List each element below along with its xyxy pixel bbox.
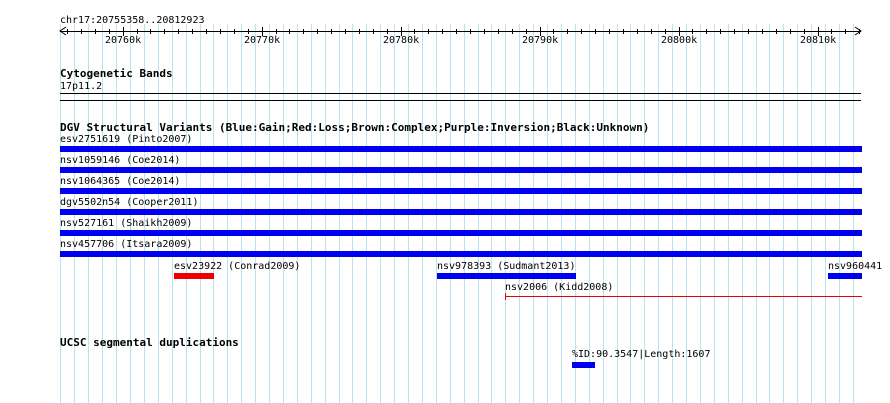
ruler-minor-tick xyxy=(526,29,527,34)
ruler-minor-tick xyxy=(762,29,763,34)
ruler-minor-tick xyxy=(67,29,68,34)
ruler-minor-tick xyxy=(373,29,374,34)
ruler-minor-tick xyxy=(109,29,110,34)
segdup-track-title[interactable]: UCSC segmental duplications xyxy=(60,337,239,349)
ruler-minor-tick xyxy=(81,29,82,34)
ruler-minor-tick xyxy=(637,29,638,34)
ruler-minor-tick xyxy=(567,29,568,34)
ruler-minor-tick xyxy=(331,29,332,34)
ruler-minor-tick xyxy=(414,29,415,34)
dgv-feature-label[interactable]: nsv1064365 (Coe2014) xyxy=(60,176,180,187)
dgv-feature-line[interactable] xyxy=(505,296,862,297)
ruler-minor-tick xyxy=(178,29,179,34)
dgv-feature-label[interactable]: nsv978393 (Sudmant2013) xyxy=(437,261,575,272)
ruler-minor-tick xyxy=(248,29,249,34)
ruler-minor-tick xyxy=(289,29,290,34)
dgv-feature-bar[interactable] xyxy=(60,146,862,152)
dgv-feature-label[interactable]: esv2751619 (Pinto2007) xyxy=(60,134,192,145)
ruler-minor-tick xyxy=(192,29,193,34)
ruler-minor-tick xyxy=(303,29,304,34)
ruler-minor-tick xyxy=(359,29,360,34)
ruler-minor-tick xyxy=(387,29,388,34)
ruler-minor-tick xyxy=(234,29,235,34)
ruler-minor-tick xyxy=(137,29,138,34)
cytoband-track-title[interactable]: Cytogenetic Bands xyxy=(60,68,173,80)
ruler-tick-label: 20780k xyxy=(383,35,420,46)
ruler-minor-tick xyxy=(512,29,513,34)
dgv-feature-bar[interactable] xyxy=(60,188,862,194)
dgv-feature-bar[interactable] xyxy=(60,167,862,173)
ruler-minor-tick xyxy=(623,29,624,34)
ruler-minor-tick xyxy=(790,29,791,34)
dgv-track-title[interactable]: DGV Structural Variants (Blue:Gain;Red:L… xyxy=(60,122,649,134)
cytoband-label[interactable]: 17p11.2 xyxy=(60,81,102,92)
ruler-minor-tick xyxy=(706,29,707,34)
ruler-minor-tick xyxy=(345,29,346,34)
ruler-minor-tick xyxy=(442,29,443,34)
ruler-minor-tick xyxy=(317,29,318,34)
ruler-minor-tick xyxy=(595,29,596,34)
dgv-feature-label[interactable]: nsv1059146 (Coe2014) xyxy=(60,155,180,166)
cytoband-bottom-border xyxy=(60,100,861,101)
dgv-feature-label[interactable]: nsv2006 (Kidd2008) xyxy=(505,282,613,293)
segdup-feature-bar[interactable] xyxy=(572,362,595,368)
ruler-tick-label: 20800k xyxy=(661,35,698,46)
dgv-feature-label[interactable]: dgv5502n54 (Cooper2011) xyxy=(60,197,198,208)
dgv-feature-bar[interactable] xyxy=(60,209,862,215)
ruler-minor-tick xyxy=(692,29,693,34)
ruler-minor-tick xyxy=(220,29,221,34)
dgv-feature-label[interactable]: nsv457706 (Itsara2009) xyxy=(60,239,192,250)
ruler-minor-tick xyxy=(456,29,457,34)
ruler-minor-tick xyxy=(651,29,652,34)
ruler-minor-tick xyxy=(748,29,749,34)
ruler-tick-label: 20810k xyxy=(800,35,837,46)
ruler-tick-label: 20790k xyxy=(522,35,559,46)
cytoband-top-border xyxy=(60,93,861,94)
genome-browser: chr17:20755358..20812923 20760k 20770k 207… xyxy=(0,0,890,403)
ruler-minor-tick xyxy=(734,29,735,34)
ruler-minor-tick xyxy=(95,29,96,34)
ruler-minor-tick xyxy=(831,29,832,34)
ruler-minor-tick xyxy=(804,29,805,34)
ruler-minor-tick xyxy=(859,29,860,34)
ruler-left-arrow xyxy=(59,26,67,36)
ruler-minor-tick xyxy=(164,29,165,34)
ruler-minor-tick xyxy=(498,29,499,34)
ruler-right-arrow xyxy=(854,26,862,36)
ruler-tick-label: 20760k xyxy=(105,35,142,46)
dgv-feature-bar[interactable] xyxy=(60,230,862,236)
ruler-tick-label: 20770k xyxy=(244,35,281,46)
ruler-minor-tick xyxy=(776,29,777,34)
ruler-minor-tick xyxy=(276,29,277,34)
ruler-minor-tick xyxy=(845,29,846,34)
ruler-minor-tick xyxy=(150,29,151,34)
segdup-feature-label[interactable]: %ID:90.3547|Length:1607 xyxy=(572,349,710,360)
dgv-feature-label[interactable]: esv23922 (Conrad2009) xyxy=(174,261,300,272)
dgv-feature-bar[interactable] xyxy=(60,251,862,257)
dgv-feature-bar[interactable] xyxy=(437,273,576,279)
ruler-minor-tick xyxy=(484,29,485,34)
ruler-minor-tick xyxy=(609,29,610,34)
dgv-feature-bar[interactable] xyxy=(174,273,214,279)
ruler-minor-tick xyxy=(553,29,554,34)
ruler-minor-tick xyxy=(470,29,471,34)
dgv-feature-start-cap xyxy=(505,293,506,300)
ruler-minor-tick xyxy=(665,29,666,34)
dgv-feature-label[interactable]: nsv527161 (Shaikh2009) xyxy=(60,218,192,229)
ruler-minor-tick xyxy=(428,29,429,34)
dgv-feature-bar[interactable] xyxy=(828,273,862,279)
dgv-feature-label[interactable]: nsv960441 xyxy=(828,261,882,272)
ruler-minor-tick xyxy=(581,29,582,34)
ruler-minor-tick xyxy=(206,29,207,34)
ruler-minor-tick xyxy=(720,29,721,34)
